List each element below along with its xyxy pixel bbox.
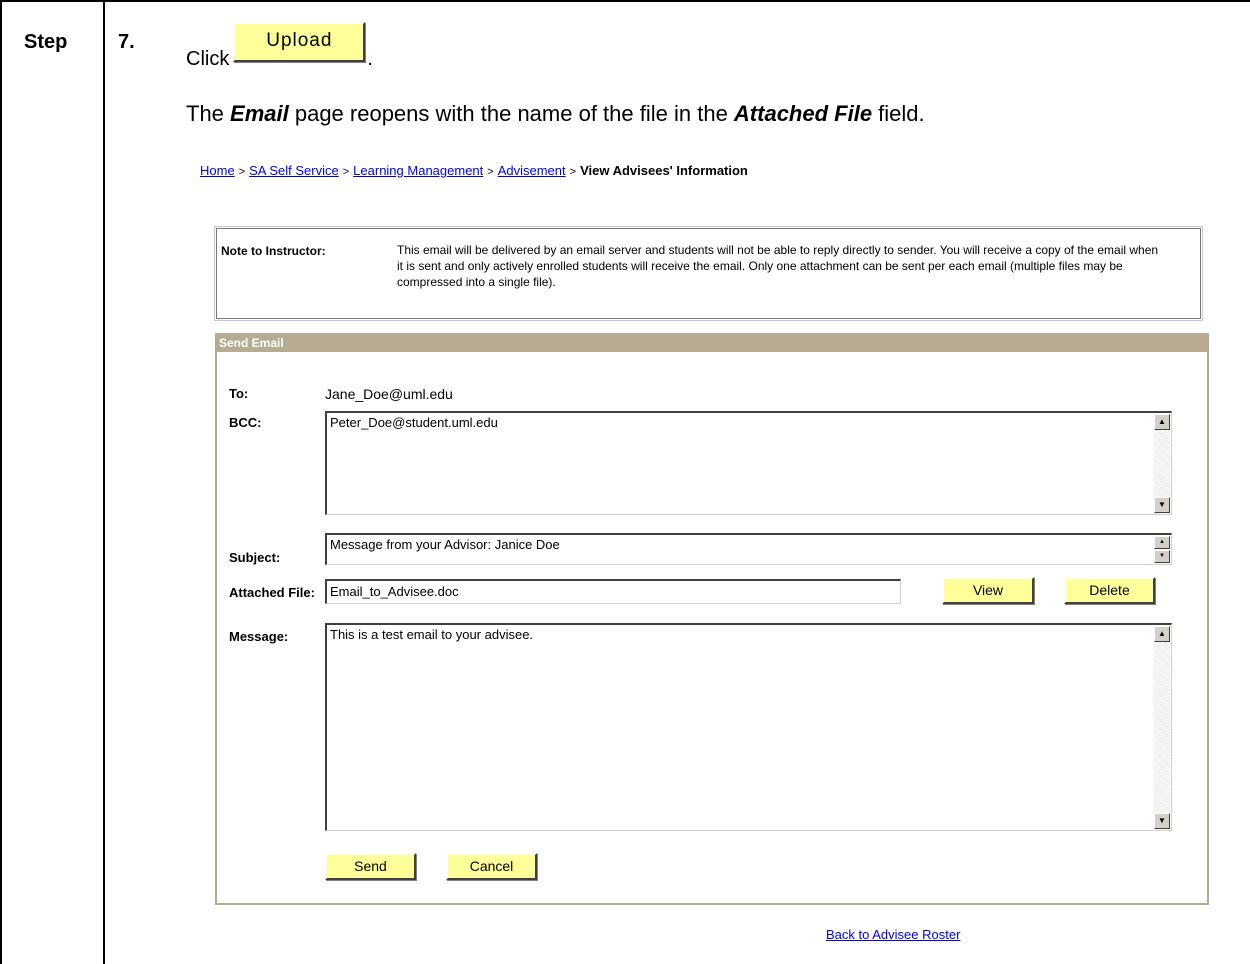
note-label: Note to Instructor: [221,244,326,258]
breadcrumb-current: View Advisees' Information [580,163,748,178]
breadcrumb-sa-self-service[interactable]: SA Self Service [249,163,339,178]
bcc-label: BCC: [229,415,262,430]
to-value: Jane_Doe@uml.edu [325,386,453,402]
breadcrumb-home[interactable]: Home [200,163,235,178]
click-word: Click [186,48,230,70]
attached-file-value: Email_to_Advisee.doc [330,584,459,599]
message-scrollbar[interactable]: ▲ ▼ [1154,626,1170,829]
table-left-border [0,0,2,964]
subject-field[interactable]: Message from your Advisor: Janice Doe ▲ … [325,533,1172,565]
breadcrumb-separator: > [342,166,350,178]
click-period: . [367,48,373,70]
bcc-value: Peter_Doe@student.uml.edu [330,415,498,430]
subject-scrollbar[interactable]: ▲ ▼ [1154,536,1170,563]
bcc-scrollbar[interactable]: ▲ ▼ [1154,414,1170,513]
line2-suffix: field. [872,101,925,126]
message-value: This is a test email to your advisee. [330,627,534,642]
line2-prefix: The [186,101,231,126]
scroll-up-arrow-icon[interactable]: ▲ [1154,536,1170,549]
email-page-name: Email [230,101,289,126]
breadcrumb: Home > SA Self Service > Learning Management… [200,163,748,178]
breadcrumb-learning-management[interactable]: Learning Management [353,163,483,178]
subject-label: Subject: [229,550,281,565]
send-email-header: Send Email [217,335,1207,352]
table-top-border [0,0,1250,2]
breadcrumb-separator: > [238,166,246,178]
upload-button[interactable]: Upload [233,22,366,62]
attached-file-label: Attached File: [229,585,315,600]
breadcrumb-advisement[interactable]: Advisement [498,163,566,178]
scroll-down-arrow-icon[interactable]: ▼ [1154,813,1170,829]
scroll-down-arrow-icon[interactable]: ▼ [1154,497,1170,513]
scroll-down-arrow-icon[interactable]: ▼ [1154,550,1170,563]
view-button[interactable]: View [942,577,1034,604]
delete-button[interactable]: Delete [1064,577,1155,604]
scroll-up-arrow-icon[interactable]: ▲ [1154,414,1170,430]
cancel-button[interactable]: Cancel [446,853,537,880]
breadcrumb-separator: > [569,166,577,178]
to-label: To: [229,386,249,401]
line2-middle: page reopens with the name of the file i… [288,101,734,126]
message-textarea[interactable]: This is a test email to your advisee. ▲ … [325,623,1172,831]
breadcrumb-separator: > [487,166,494,178]
back-to-advisee-roster-link[interactable]: Back to Advisee Roster [826,927,960,942]
attached-file-field[interactable]: Email_to_Advisee.doc [325,579,901,604]
scroll-up-arrow-icon[interactable]: ▲ [1154,626,1170,642]
table-column-divider [103,0,105,964]
note-text: This email will be delivered by an email… [397,243,1159,289]
step-label: Step [24,31,68,53]
send-button[interactable]: Send [325,853,416,880]
subject-value: Message from your Advisor: Janice Doe [330,537,560,552]
instruction-click-upload: ClickUpload. [186,22,373,70]
bcc-textarea[interactable]: Peter_Doe@student.uml.edu ▲ ▼ [325,411,1172,515]
message-label: Message: [229,629,289,644]
step-number: 7. [118,31,135,53]
note-to-instructor-box: Note to Instructor: This email will be d… [214,226,1203,321]
send-email-panel: Send Email To: Jane_Doe@uml.edu BCC: Pet… [215,333,1209,905]
attached-file-field-name: Attached File [733,101,873,126]
instruction-email-reopens: The Email page reopens with the name of … [186,101,925,127]
